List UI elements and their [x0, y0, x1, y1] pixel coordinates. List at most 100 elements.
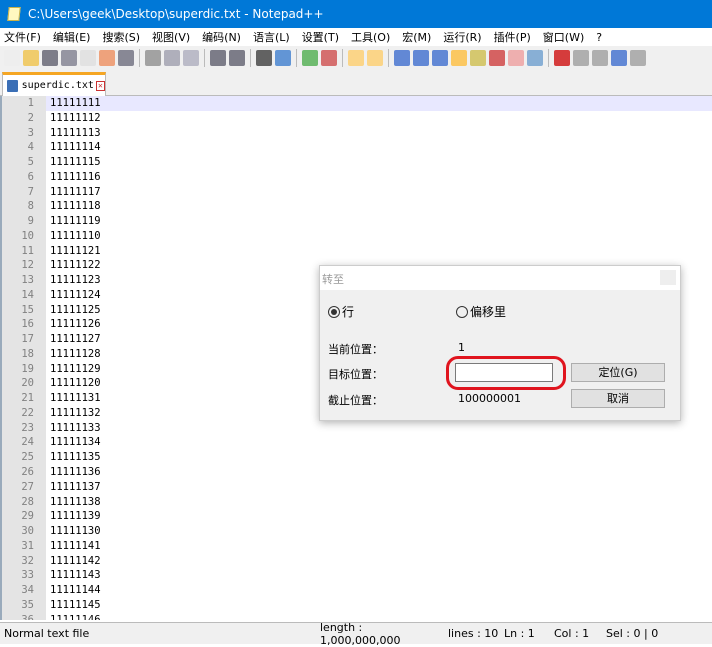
editor-line[interactable]: 6 11111116 [2, 169, 712, 185]
menu-item[interactable]: 搜索(S) [102, 29, 140, 45]
editor-line[interactable]: 36 11111146 [2, 612, 712, 620]
toolbar-button-icon[interactable] [432, 50, 448, 66]
line-number: 36 [2, 612, 46, 620]
toolbar-button-icon[interactable] [348, 50, 364, 66]
toolbar-button-icon[interactable] [4, 50, 20, 66]
line-text: 11111143 [50, 569, 101, 582]
toolbar-button-icon[interactable] [592, 50, 608, 66]
line-text: 11111124 [50, 288, 101, 301]
editor-line[interactable]: 28 11111138 [2, 494, 712, 510]
toolbar-button-icon[interactable] [99, 50, 115, 66]
toolbar-button-icon[interactable] [164, 50, 180, 66]
line-number: 23 [2, 420, 46, 436]
editor-line[interactable]: 3 11111113 [2, 125, 712, 141]
toolbar-button-icon[interactable] [183, 50, 199, 66]
toolbar-button-icon[interactable] [229, 50, 245, 66]
title-bar: C:\Users\geek\Desktop\superdic.txt - Not… [0, 0, 712, 28]
menu-item[interactable]: 工具(O) [351, 29, 390, 45]
editor-line[interactable]: 9 11111119 [2, 214, 712, 229]
toolbar-button-icon[interactable] [61, 50, 77, 66]
editor-line[interactable]: 2 11111112 [2, 110, 712, 126]
editor-line[interactable]: 27 11111137 [2, 479, 712, 495]
menu-item[interactable]: 文件(F) [4, 29, 41, 45]
toolbar-button-icon[interactable] [118, 50, 134, 66]
toolbar-button-icon[interactable] [573, 50, 589, 66]
editor-line[interactable]: 24 11111134 [2, 435, 712, 451]
toolbar-button-icon[interactable] [394, 50, 410, 66]
toolbar-button-icon[interactable] [275, 50, 291, 66]
menu-item[interactable]: 宏(M) [402, 29, 431, 45]
window-title: C:\Users\geek\Desktop\superdic.txt - Not… [28, 7, 324, 21]
toolbar-button-icon[interactable] [508, 50, 524, 66]
editor-line[interactable]: 29 11111139 [2, 509, 712, 525]
menu-item[interactable]: 视图(V) [152, 29, 190, 45]
toolbar-button-icon[interactable] [630, 50, 646, 66]
close-tab-icon[interactable]: ✕ [95, 80, 105, 91]
editor-line[interactable]: 11 11111121 [2, 243, 712, 259]
toolbar-button-icon[interactable] [489, 50, 505, 66]
toolbar-button-icon[interactable] [470, 50, 486, 66]
line-number: 5 [2, 155, 46, 170]
toolbar-button-icon[interactable] [23, 50, 39, 66]
status-bar: Normal text file length : 1,000,000,000 … [0, 620, 712, 647]
toolbar-button-icon[interactable] [80, 50, 96, 66]
toolbar-button-icon[interactable] [413, 50, 429, 66]
toolbar-button-icon[interactable] [451, 50, 467, 66]
toolbar-button-icon[interactable] [367, 50, 383, 66]
line-number: 30 [2, 524, 46, 539]
toolbar-button-icon[interactable] [302, 50, 318, 66]
close-icon[interactable] [660, 270, 676, 285]
menu-item[interactable]: 编辑(E) [53, 29, 91, 45]
editor-line[interactable]: 34 11111144 [2, 583, 712, 598]
toolbar-button-icon[interactable] [42, 50, 58, 66]
radio-offset[interactable]: 偏移里 [456, 303, 506, 320]
editor-line[interactable]: 32 11111142 [2, 553, 712, 569]
toolbar-button-icon[interactable] [256, 50, 272, 66]
editor-line[interactable]: 35 11111145 [2, 597, 712, 613]
editor-line[interactable]: 4 11111114 [2, 140, 712, 156]
line-number: 32 [2, 553, 46, 569]
line-number: 16 [2, 317, 46, 333]
line-text: 11111114 [50, 141, 101, 154]
editor-line[interactable]: 23 11111133 [2, 420, 712, 436]
radio-line[interactable]: 行 [328, 303, 354, 320]
go-button[interactable]: 定位(G) [571, 363, 665, 382]
editor-line[interactable]: 30 11111130 [2, 524, 712, 539]
editor-line[interactable]: 26 11111136 [2, 465, 712, 480]
cancel-button[interactable]: 取消 [571, 389, 665, 408]
line-text: 11111112 [50, 111, 101, 124]
editor-line[interactable]: 10 11111110 [2, 228, 712, 244]
menu-item[interactable]: 窗口(W) [543, 29, 584, 45]
line-number: 27 [2, 479, 46, 495]
toolbar-button-icon[interactable] [554, 50, 570, 66]
line-text: 11111126 [50, 318, 101, 331]
line-text: 11111117 [50, 185, 101, 198]
editor-line[interactable]: 1 11111111 [2, 96, 712, 111]
line-number: 9 [2, 214, 46, 229]
status-filetype: Normal text file [4, 627, 90, 640]
toolbar-button-icon[interactable] [210, 50, 226, 66]
toolbar-button-icon[interactable] [321, 50, 337, 66]
tab-superdic[interactable]: superdic.txt ✕ [2, 72, 106, 96]
editor-line[interactable]: 25 11111135 [2, 450, 712, 465]
menu-item[interactable]: 编码(N) [202, 29, 241, 45]
radio-line-label: 行 [342, 305, 355, 319]
editor-line[interactable]: 33 11111143 [2, 568, 712, 584]
menu-item[interactable]: 设置(T) [302, 29, 339, 45]
status-length: length : 1,000,000,000 [320, 620, 401, 647]
toolbar-button-icon[interactable] [611, 50, 627, 66]
editor-line[interactable]: 7 11111117 [2, 184, 712, 200]
menu-item[interactable]: 运行(R) [443, 29, 481, 45]
editor-line[interactable]: 8 11111118 [2, 199, 712, 215]
menu-item[interactable]: 语言(L) [253, 29, 290, 45]
line-text: 11111132 [50, 406, 101, 419]
editor-line[interactable]: 5 11111115 [2, 155, 712, 170]
line-text: 11111128 [50, 347, 101, 360]
menu-item[interactable]: ? [596, 31, 602, 44]
editor-line[interactable]: 31 11111141 [2, 538, 712, 554]
toolbar-button-icon[interactable] [527, 50, 543, 66]
line-text: 11111127 [50, 333, 101, 346]
toolbar-button-icon[interactable] [145, 50, 161, 66]
menu-item[interactable]: 插件(P) [494, 29, 531, 45]
line-number: 20 [2, 376, 46, 392]
